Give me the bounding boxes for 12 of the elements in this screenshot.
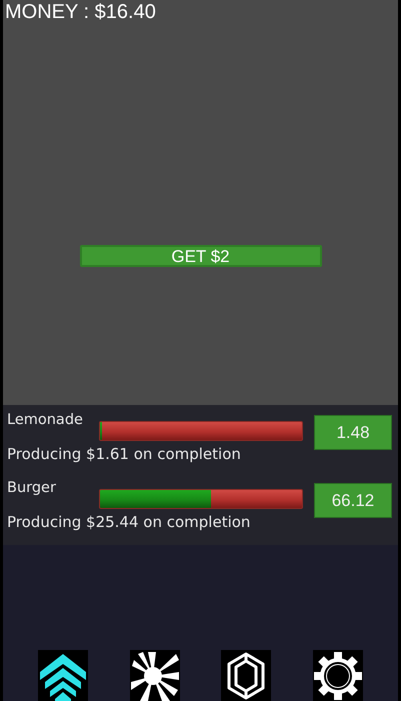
business-name: Lemonade xyxy=(7,411,84,428)
production-text: Producing $1.61 on completion xyxy=(7,445,242,463)
business-name: Burger xyxy=(7,479,57,496)
chevrons-up-icon[interactable] xyxy=(38,650,88,701)
settings-icon[interactable] xyxy=(313,650,364,701)
money-label: MONEY : $16.40 xyxy=(4,0,157,25)
value-button[interactable]: 1.48 xyxy=(314,415,392,450)
production-text: Producing $25.44 on completion xyxy=(7,513,252,531)
gem-icon[interactable] xyxy=(221,650,272,701)
get-money-button[interactable]: GET $2 xyxy=(80,245,322,267)
value-button[interactable]: 66.12 xyxy=(314,483,392,518)
sunburst-icon[interactable] xyxy=(130,650,180,701)
